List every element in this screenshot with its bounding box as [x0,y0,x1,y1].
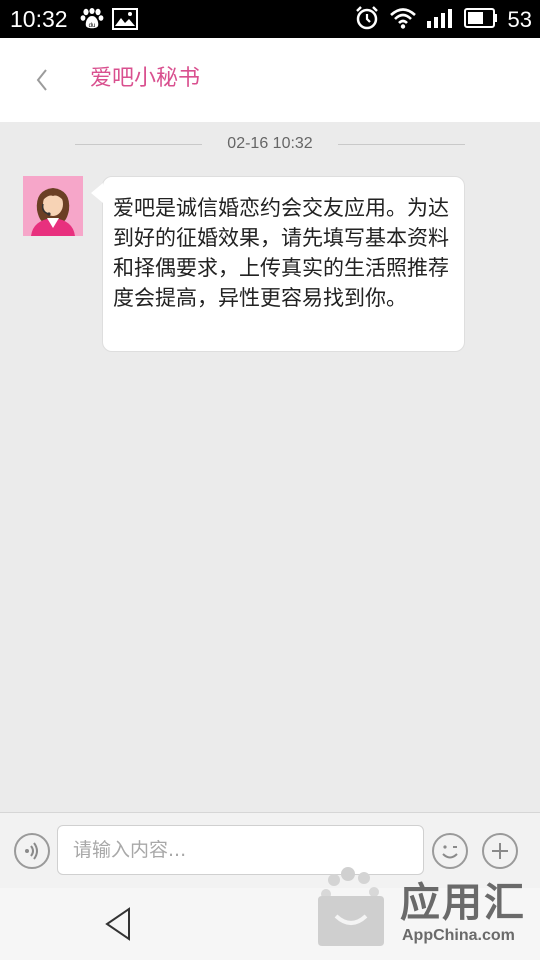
secretary-avatar-icon [23,176,83,236]
voice-icon [25,842,38,860]
message-bubble[interactable]: 爱吧是诚信婚恋约会交友应用。为达到好的征婚效果，请先填写基本资料和择偶要求，上传… [91,176,465,352]
page-title: 爱吧小秘书 [90,66,201,91]
watermark-subtext: AppChina.com [402,927,515,944]
message-timestamp: 02-16 10:32 [75,132,465,156]
svg-text:du: du [89,23,96,29]
more-button[interactable] [482,833,518,869]
back-button[interactable] [22,58,62,102]
plus-icon [492,843,508,859]
image-icon [112,8,138,34]
battery-level: 53 [507,7,532,32]
chevron-left-icon [36,69,47,91]
triangle-back-icon [105,907,130,941]
watermark-text: 应用汇 [400,880,526,926]
notification-icons: du [80,8,138,34]
message-text: 爱吧是诚信婚恋约会交友应用。为达到好的征婚效果，请先填写基本资料和择偶要求，上传… [113,196,449,310]
wifi-icon [389,7,416,33]
alarm-icon [354,5,380,35]
status-icons: 53 [354,5,532,35]
chat-header: 爱吧小秘书 [0,38,540,122]
battery-icon [463,7,498,33]
signal-icon [426,7,454,33]
appchina-logo-icon [318,867,384,946]
appchina-watermark: 应用汇 AppChina.com [312,866,540,960]
emoji-button[interactable] [432,833,468,869]
nav-back-button[interactable] [98,904,138,944]
bubble-tail [91,183,103,203]
status-bar: 10:32 du 53 [0,0,540,38]
chat-area[interactable]: 02-16 10:32 爱吧是诚信婚恋约会交友应用。为达到好的征婚效果，请先填写… [0,122,540,812]
avatar[interactable] [23,176,83,236]
divider [338,144,465,145]
status-time: 10:32 [10,6,68,32]
smiley-icon [442,845,458,859]
baidu-icon: du [80,8,104,34]
voice-button[interactable] [14,833,50,869]
